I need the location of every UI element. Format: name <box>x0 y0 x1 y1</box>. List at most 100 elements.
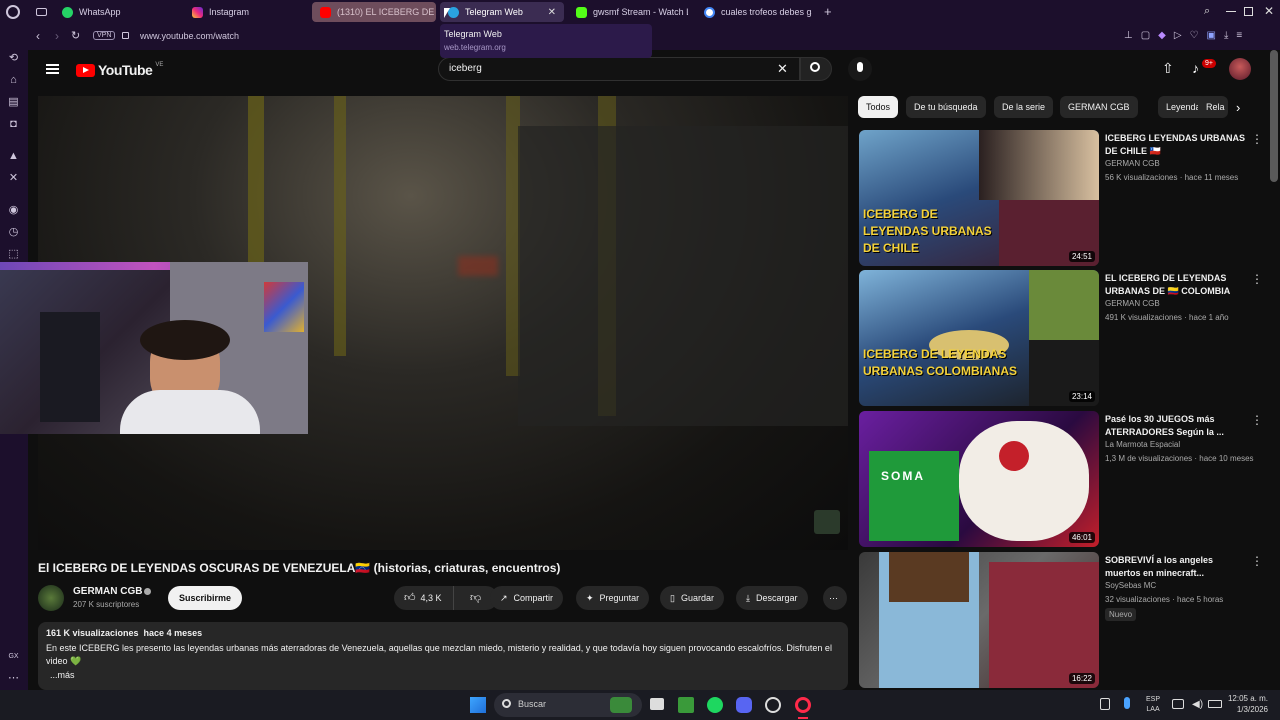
channel-name[interactable]: GERMAN CGB <box>1105 159 1160 168</box>
search-box[interactable]: iceberg ✕ <box>438 57 800 81</box>
battery-icon[interactable] <box>1208 700 1222 708</box>
more-actions-icon[interactable]: ⋮ <box>1251 554 1263 568</box>
youtube-logo[interactable]: YouTube VE <box>76 62 163 78</box>
recommended-video[interactable]: ICEBERG DE LEYENDAS URBANAS DE CHILE 24:… <box>859 130 1269 266</box>
new-tab-icon[interactable]: + <box>824 4 832 19</box>
taskbar-search[interactable]: Buscar <box>494 693 642 717</box>
chip-todos[interactable]: Todos <box>858 96 899 118</box>
video-thumbnail[interactable]: ICEBERG DE LEYENDAS URBANAS COLOMBIANAS … <box>859 270 1099 406</box>
clock-icon[interactable]: ◷ <box>7 226 20 239</box>
player-icon[interactable]: ◉ <box>7 204 20 217</box>
restore-window-icon[interactable] <box>1244 7 1253 16</box>
system-tray-icon[interactable] <box>1100 698 1110 710</box>
download-button[interactable]: ⤓ Descargar <box>736 586 808 610</box>
video-thumbnail[interactable]: SOMA 46:01 <box>859 411 1099 547</box>
video-thumbnail[interactable]: ICEBERG DE LEYENDAS URBANAS DE CHILE 24:… <box>859 130 1099 266</box>
video-title[interactable]: ICEBERG LEYENDAS URBANAS DE CHILE 🇨🇱 <box>1105 132 1245 158</box>
back-icon[interactable]: ‹ <box>36 29 40 43</box>
minimize-window-icon[interactable] <box>1226 11 1236 12</box>
channel-name[interactable]: GERMAN CGB <box>1105 299 1160 308</box>
tab-instagram[interactable]: Instagram <box>184 2 310 22</box>
clock[interactable]: 12:05 a. m. 1/3/2026 <box>1226 693 1268 715</box>
aria-icon[interactable]: ▲ <box>7 150 20 163</box>
upload-icon[interactable]: ⇧ <box>1162 60 1174 77</box>
recommended-video[interactable]: ICEBERG DE LEYENDAS URBANAS COLOMBIANAS … <box>859 270 1269 406</box>
tab-youtube[interactable]: (1310) EL ICEBERG DE LEY... <box>312 2 436 22</box>
video-title[interactable]: EL ICEBERG DE LEYENDAS URBANAS DE 🇨🇴 COL… <box>1105 272 1245 298</box>
share-button[interactable]: ↗ Compartir <box>490 586 564 610</box>
tab-telegram[interactable]: Telegram Web ✕ <box>440 2 564 22</box>
video-title[interactable]: SOBREVIVÍ a los angeles muertos en minec… <box>1105 554 1245 580</box>
chip-de-tu-busqueda[interactable]: De tu búsqueda <box>906 96 986 118</box>
dislike-button[interactable]: 👎︎ <box>460 586 481 610</box>
task-view-icon[interactable] <box>650 698 664 710</box>
video-thumbnail[interactable]: 16:22 <box>859 552 1099 688</box>
show-more-link[interactable]: ...más <box>50 670 75 680</box>
url-field[interactable]: www.youtube.com/watch <box>140 31 239 41</box>
hamburger-menu-icon[interactable] <box>46 64 59 74</box>
more-actions-icon[interactable]: ⋮ <box>1251 413 1263 427</box>
tab-kick-stream[interactable]: gwsmf Stream - Watch L... <box>568 2 696 22</box>
tab-whatsapp[interactable]: WhatsApp <box>54 2 182 22</box>
tabs-icon[interactable]: ▤ <box>7 96 20 109</box>
shield-icon[interactable]: ◆ <box>1158 30 1166 41</box>
history-icon[interactable]: ⟲ <box>7 52 20 65</box>
channel-name[interactable]: GERMAN CGB <box>73 586 142 597</box>
search-tabs-icon[interactable]: ⌕ <box>1204 5 1210 18</box>
opera-logo-icon[interactable] <box>6 5 20 19</box>
play-icon[interactable]: ▷ <box>1174 30 1182 41</box>
start-icon[interactable] <box>470 697 486 713</box>
more-actions-button[interactable]: ⋯ <box>823 586 847 610</box>
search-input[interactable]: iceberg <box>449 63 482 74</box>
network-icon[interactable] <box>1172 699 1184 709</box>
x-twitter-icon[interactable]: ✕ <box>7 172 20 185</box>
extensions-icon[interactable]: ⬚ <box>7 248 20 261</box>
chips-next-icon[interactable]: › <box>1236 100 1240 115</box>
save-button[interactable]: ▯ Guardar <box>660 586 724 610</box>
steam-icon[interactable] <box>765 697 781 713</box>
chip-de-la-serie[interactable]: De la serie <box>994 96 1054 118</box>
more-actions-icon[interactable]: ⋮ <box>1251 272 1263 286</box>
close-tab-icon[interactable]: ✕ <box>548 7 556 18</box>
snapshot-icon[interactable]: ▢ <box>1141 30 1150 41</box>
discord-icon[interactable] <box>736 697 752 713</box>
xbox-icon[interactable] <box>678 697 694 713</box>
download-icon[interactable]: ⤓ <box>1224 30 1228 41</box>
clear-search-icon[interactable]: ✕ <box>777 61 788 77</box>
more-icon[interactable]: ⋯ <box>7 672 20 685</box>
chip-relacionados[interactable]: Rela <box>1198 96 1228 118</box>
spotify-icon[interactable] <box>707 697 723 713</box>
notifications-icon[interactable]: ♪ <box>1192 60 1199 76</box>
vpn-badge[interactable]: VPN <box>93 31 116 40</box>
recommended-video[interactable]: SOMA 46:01 Pasé los 30 JUEGOS más ATERRA… <box>859 411 1269 547</box>
search-button[interactable] <box>800 57 832 81</box>
language-indicator[interactable]: ESP LAA <box>1146 695 1160 715</box>
pinboard-icon[interactable]: ⌂ <box>7 74 20 87</box>
channel-name[interactable]: La Marmota Espacial <box>1105 440 1180 449</box>
close-window-icon[interactable]: ✕ <box>1264 4 1274 18</box>
pin-icon[interactable]: ⊥ <box>1124 30 1133 41</box>
voice-search-button[interactable] <box>848 57 872 81</box>
ask-button[interactable]: ✦ Preguntar <box>576 586 650 610</box>
extension-icon[interactable]: ▣ <box>1207 30 1216 41</box>
opera-gx-icon[interactable] <box>795 697 811 713</box>
subscribe-button[interactable]: Suscribirme <box>168 586 243 610</box>
channel-avatar[interactable] <box>38 585 64 611</box>
tab-google[interactable]: cuales trofeos debes gana... <box>696 2 820 22</box>
recommended-video[interactable]: 16:22 SOBREVIVÍ a los angeles muertos en… <box>859 552 1269 688</box>
messenger-icon[interactable]: ◘ <box>7 118 20 131</box>
more-actions-icon[interactable]: ⋮ <box>1251 132 1263 146</box>
description-box[interactable]: 161 K visualizaciones hace 4 meses En es… <box>38 622 848 690</box>
reload-icon[interactable]: ↻ <box>71 29 80 42</box>
video-title[interactable]: Pasé los 30 JUEGOS más ATERRADORES Según… <box>1105 413 1245 439</box>
forward-icon[interactable]: › <box>55 29 59 43</box>
avatar[interactable] <box>1229 58 1251 80</box>
like-button[interactable]: 👍︎ 4,3 K <box>394 586 454 610</box>
workspaces-icon[interactable] <box>36 8 47 16</box>
gx-icon[interactable]: GX <box>7 650 20 663</box>
microphone-tray-icon[interactable] <box>1124 697 1130 709</box>
heart-icon[interactable]: ♡ <box>1190 30 1199 41</box>
scrollbar[interactable] <box>1270 50 1278 182</box>
volume-icon[interactable]: ◀) <box>1192 699 1203 710</box>
channel-name[interactable]: SoySebas MC <box>1105 581 1156 590</box>
